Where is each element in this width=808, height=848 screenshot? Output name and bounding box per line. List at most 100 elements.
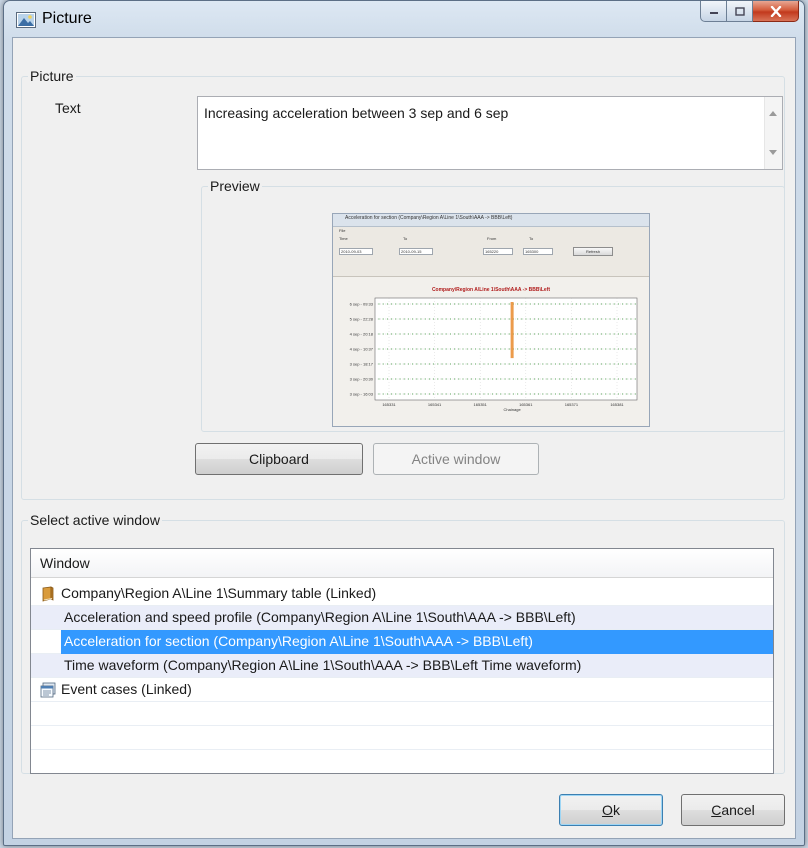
data-point: [605, 378, 607, 380]
active-window-button[interactable]: Active window: [373, 443, 539, 475]
data-point: [487, 363, 489, 365]
data-point: [517, 378, 519, 380]
data-point: [634, 393, 636, 395]
data-point: [521, 333, 523, 335]
data-point: [483, 393, 485, 395]
data-point: [609, 363, 611, 365]
data-point: [382, 318, 384, 320]
cancel-button[interactable]: Cancel: [681, 794, 785, 826]
data-point: [596, 348, 598, 350]
list-item-event-cases[interactable]: Event cases (Linked): [31, 678, 773, 702]
list-item-summary-table[interactable]: Company\Region A\Line 1\Summary table (L…: [31, 582, 773, 606]
data-point: [588, 378, 590, 380]
data-point: [525, 303, 527, 305]
data-point: [630, 393, 632, 395]
data-point: [559, 333, 561, 335]
data-point: [512, 393, 514, 395]
data-point: [458, 333, 460, 335]
data-point: [483, 333, 485, 335]
data-point: [458, 348, 460, 350]
data-point: [475, 393, 477, 395]
data-point: [613, 393, 615, 395]
data-point: [601, 318, 603, 320]
window-list[interactable]: Window Company\Region A\Line 1\Summary t…: [30, 548, 774, 774]
data-point: [483, 318, 485, 320]
data-point: [634, 333, 636, 335]
data-point: [508, 333, 510, 335]
data-point: [407, 333, 409, 335]
data-point: [378, 378, 380, 380]
x-axis-label: Chainage: [504, 407, 522, 412]
data-point: [428, 348, 430, 350]
data-point: [592, 393, 594, 395]
maximize-button[interactable]: [727, 1, 753, 22]
highlight-band: [510, 302, 514, 359]
data-point: [508, 318, 510, 320]
data-point: [538, 333, 540, 335]
picture-text-field[interactable]: Increasing acceleration between 3 sep an…: [197, 96, 783, 170]
data-point: [445, 348, 447, 350]
data-point: [575, 378, 577, 380]
scroll-down-icon[interactable]: [769, 150, 777, 155]
data-point: [483, 348, 485, 350]
x-tick-label: 165381: [610, 402, 624, 407]
data-point: [626, 333, 628, 335]
data-point: [395, 378, 397, 380]
data-point: [554, 318, 556, 320]
thumbnail-time-label: Time: [339, 236, 348, 241]
data-point: [504, 303, 506, 305]
data-point: [441, 378, 443, 380]
list-item-acceleration-speed-profile[interactable]: Acceleration and speed profile (Company\…: [31, 606, 773, 630]
data-point: [403, 348, 405, 350]
clipboard-button[interactable]: Clipboard: [195, 443, 363, 475]
cancel-mnemonic: C: [711, 802, 722, 818]
data-point: [508, 393, 510, 395]
data-point: [391, 363, 393, 365]
data-point: [433, 318, 435, 320]
data-point: [580, 363, 582, 365]
data-point: [517, 363, 519, 365]
ok-button[interactable]: Ok: [559, 794, 663, 826]
data-point: [437, 348, 439, 350]
data-point: [445, 333, 447, 335]
list-item-time-waveform[interactable]: Time waveform (Company\Region A\Line 1\S…: [31, 654, 773, 678]
data-point: [596, 318, 598, 320]
data-point: [454, 303, 456, 305]
data-point: [525, 318, 527, 320]
data-point: [533, 378, 535, 380]
scroll-up-icon[interactable]: [769, 111, 777, 116]
data-point: [605, 333, 607, 335]
data-point: [504, 348, 506, 350]
close-button[interactable]: [753, 1, 799, 22]
column-header-label: Window: [40, 555, 90, 571]
window-column-header[interactable]: Window: [31, 549, 773, 578]
data-point: [567, 378, 569, 380]
data-point: [634, 303, 636, 305]
data-point: [567, 348, 569, 350]
minimize-button[interactable]: [700, 1, 727, 22]
text-scrollbar[interactable]: [764, 97, 782, 169]
data-point: [563, 393, 565, 395]
thumbnail-caption: Acceleration for section (Company\Region…: [345, 215, 513, 221]
data-point: [475, 363, 477, 365]
data-point: [542, 318, 544, 320]
data-point: [407, 363, 409, 365]
data-point: [504, 393, 506, 395]
y-tick-label: 3 sep - 16:03: [350, 392, 374, 397]
data-point: [559, 363, 561, 365]
data-point: [634, 378, 636, 380]
data-point: [622, 303, 624, 305]
data-point: [483, 303, 485, 305]
data-point: [441, 318, 443, 320]
data-point: [592, 378, 594, 380]
data-point: [517, 333, 519, 335]
data-point: [596, 378, 598, 380]
data-point: [441, 348, 443, 350]
data-point: [420, 363, 422, 365]
data-point: [554, 348, 556, 350]
data-point: [395, 303, 397, 305]
list-item-acceleration-for-section[interactable]: Acceleration for section (Company\Region…: [31, 630, 773, 654]
data-point: [466, 303, 468, 305]
data-point: [559, 318, 561, 320]
data-point: [386, 318, 388, 320]
